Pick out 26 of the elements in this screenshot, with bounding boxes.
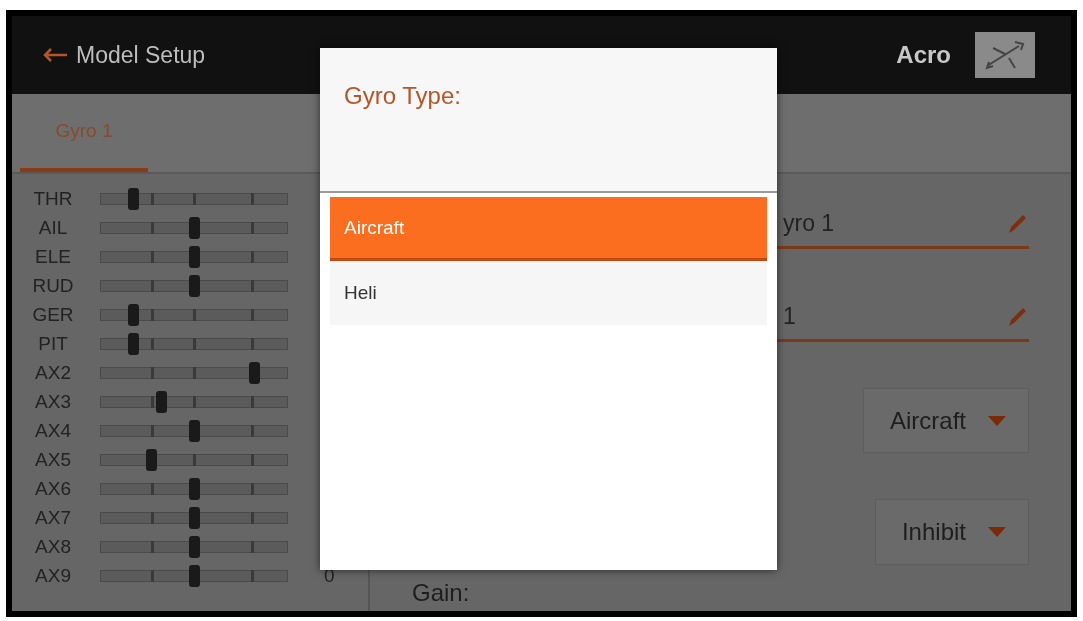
gain-label: Gain: — [412, 579, 470, 607]
dialog-title: Gyro Type: — [344, 82, 461, 109]
channel-label: RUD — [31, 274, 75, 298]
channel-label: GER — [31, 303, 75, 327]
caret-icon — [988, 415, 1006, 426]
channel-label: AX3 — [34, 390, 72, 414]
option-item[interactable]: Aircraft — [330, 197, 767, 261]
channel-label: AX2 — [34, 361, 72, 385]
channel-label: AX6 — [34, 477, 72, 501]
back-button[interactable]: Model Setup — [42, 41, 206, 69]
channel-label: AX9 — [34, 564, 72, 588]
channel-label: THR — [32, 187, 74, 211]
channel-label: AIL — [37, 216, 69, 240]
channel-label: AX8 — [34, 535, 72, 559]
option-item[interactable]: Heli — [330, 261, 767, 325]
channel-label: AX5 — [34, 448, 72, 472]
back-label: Model Setup — [76, 41, 206, 69]
model-type-label: Acro — [896, 41, 951, 69]
dropdown[interactable]: Aircraft — [863, 387, 1029, 454]
channel-label: ELE — [34, 245, 72, 269]
back-arrow-icon — [42, 47, 68, 63]
caret-icon — [988, 527, 1006, 538]
channel-label: AX7 — [34, 506, 72, 530]
channel-label: AX4 — [34, 419, 72, 443]
channel-label: PIT — [37, 332, 69, 356]
dropdown[interactable]: Inhibit — [874, 499, 1029, 565]
